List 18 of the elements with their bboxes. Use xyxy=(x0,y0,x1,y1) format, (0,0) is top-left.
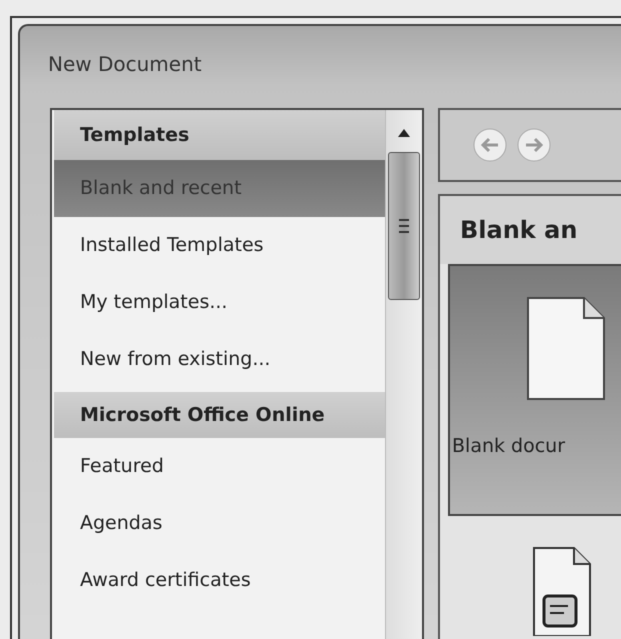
sidebar-item[interactable]: My templates... xyxy=(54,274,385,331)
scrollbar[interactable] xyxy=(385,110,422,639)
sidebar-item[interactable]: Agendas xyxy=(54,495,385,552)
blank-page-icon xyxy=(526,296,606,401)
category-header: Templates xyxy=(54,110,385,160)
sidebar-item[interactable]: Award certificates xyxy=(54,552,385,609)
sidebar-item[interactable]: New from existing... xyxy=(54,331,385,388)
document-icon[interactable] xyxy=(532,546,592,636)
section-heading: Blank an xyxy=(460,216,578,244)
template-tile[interactable]: Blank docur xyxy=(448,264,621,516)
tile-label: Blank docur xyxy=(452,435,566,457)
sidebar-item[interactable]: Installed Templates xyxy=(54,217,385,274)
sidebar-item[interactable]: Featured xyxy=(54,438,385,495)
grip-icon xyxy=(399,219,409,233)
category-header: Microsoft Office Online xyxy=(54,392,385,438)
window-title: New Document xyxy=(48,52,202,76)
scrollbar-thumb[interactable] xyxy=(388,152,420,300)
scroll-up-icon[interactable] xyxy=(397,128,411,138)
